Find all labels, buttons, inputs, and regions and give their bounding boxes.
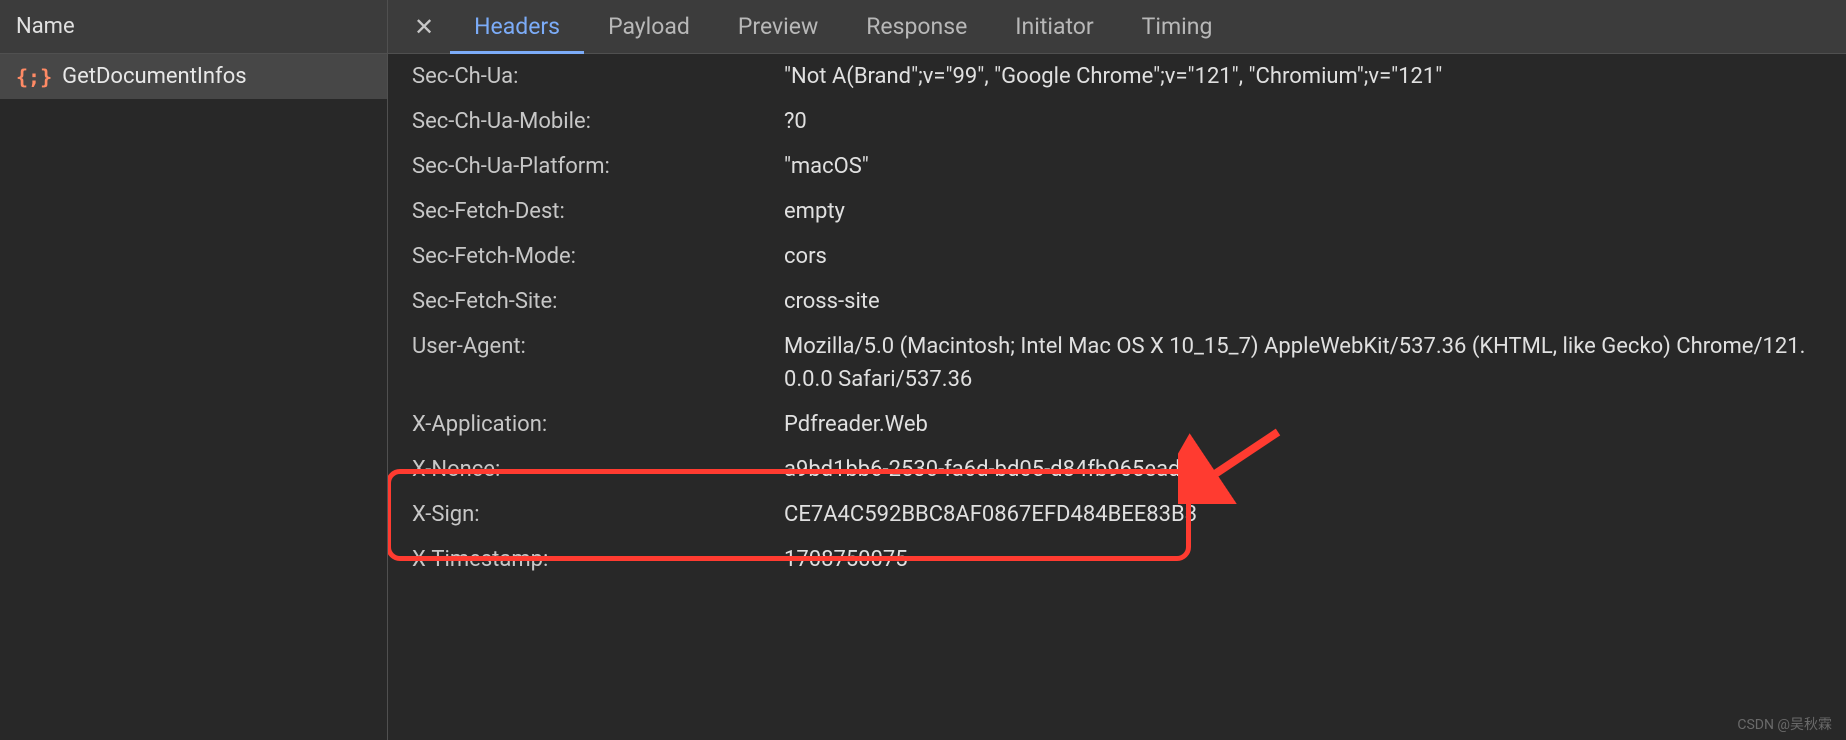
top-bar: Name ✕ HeadersPayloadPreviewResponseInit… <box>0 0 1846 54</box>
request-sidebar: {;} GetDocumentInfos <box>0 54 388 740</box>
header-name: X-Application: <box>412 408 784 441</box>
header-name: X-Nonce: <box>412 453 784 486</box>
header-name: Sec-Fetch-Dest: <box>412 195 784 228</box>
header-value: Mozilla/5.0 (Macintosh; Intel Mac OS X 1… <box>784 330 1822 396</box>
header-row: X-Application:Pdfreader.Web <box>404 402 1830 447</box>
header-name: User-Agent: <box>412 330 784 396</box>
tab-response[interactable]: Response <box>842 0 991 54</box>
header-row: Sec-Fetch-Mode:cors <box>404 234 1830 279</box>
header-name: X-Sign: <box>412 498 784 531</box>
sidebar-header: Name <box>0 0 388 53</box>
header-row: Sec-Ch-Ua-Platform:"macOS" <box>404 144 1830 189</box>
tab-headers[interactable]: Headers <box>450 0 584 54</box>
header-row: X-Nonce:a9bd1bb6-2530-fa6d-bd05-d84fb965… <box>404 447 1830 492</box>
header-name: X-Timestamp: <box>412 543 784 576</box>
tab-preview[interactable]: Preview <box>714 0 842 54</box>
header-row: Sec-Fetch-Dest:empty <box>404 189 1830 234</box>
headers-content: Sec-Ch-Ua:"Not A(Brand";v="99", "Google … <box>388 54 1846 740</box>
header-name: Sec-Ch-Ua: <box>412 60 784 93</box>
header-name: Sec-Fetch-Site: <box>412 285 784 318</box>
header-value: cross-site <box>784 285 1822 318</box>
header-value: 1708750075 <box>784 543 1822 576</box>
header-value: CE7A4C592BBC8AF0867EFD484BEE83B3 <box>784 498 1822 531</box>
tab-timing[interactable]: Timing <box>1118 0 1237 54</box>
header-value: "Not A(Brand";v="99", "Google Chrome";v=… <box>784 60 1822 93</box>
request-item[interactable]: {;} GetDocumentInfos <box>0 54 387 99</box>
header-value: "macOS" <box>784 150 1822 183</box>
header-value: a9bd1bb6-2530-fa6d-bd05-d84fb965eade <box>784 453 1822 486</box>
tabs-bar: ✕ HeadersPayloadPreviewResponseInitiator… <box>388 0 1846 53</box>
header-value: ?0 <box>784 105 1822 138</box>
header-row: X-Timestamp:1708750075 <box>404 537 1830 582</box>
json-icon: {;} <box>16 65 52 89</box>
header-value: Pdfreader.Web <box>784 408 1822 441</box>
header-name: Sec-Ch-Ua-Mobile: <box>412 105 784 138</box>
header-name: Sec-Fetch-Mode: <box>412 240 784 273</box>
header-value: cors <box>784 240 1822 273</box>
header-row: Sec-Fetch-Site:cross-site <box>404 279 1830 324</box>
tab-payload[interactable]: Payload <box>584 0 714 54</box>
header-row: Sec-Ch-Ua-Mobile:?0 <box>404 99 1830 144</box>
header-row: User-Agent:Mozilla/5.0 (Macintosh; Intel… <box>404 324 1830 402</box>
sidebar-header-label: Name <box>16 14 75 39</box>
tab-initiator[interactable]: Initiator <box>991 0 1117 54</box>
header-row: X-Sign:CE7A4C592BBC8AF0867EFD484BEE83B3 <box>404 492 1830 537</box>
header-row: Sec-Ch-Ua:"Not A(Brand";v="99", "Google … <box>404 54 1830 99</box>
header-name: Sec-Ch-Ua-Platform: <box>412 150 784 183</box>
main-area: {;} GetDocumentInfos Sec-Ch-Ua:"Not A(Br… <box>0 54 1846 740</box>
close-icon[interactable]: ✕ <box>398 5 450 49</box>
watermark: CSDN @吴秋霖 <box>1737 714 1832 734</box>
request-name: GetDocumentInfos <box>62 64 246 89</box>
header-value: empty <box>784 195 1822 228</box>
